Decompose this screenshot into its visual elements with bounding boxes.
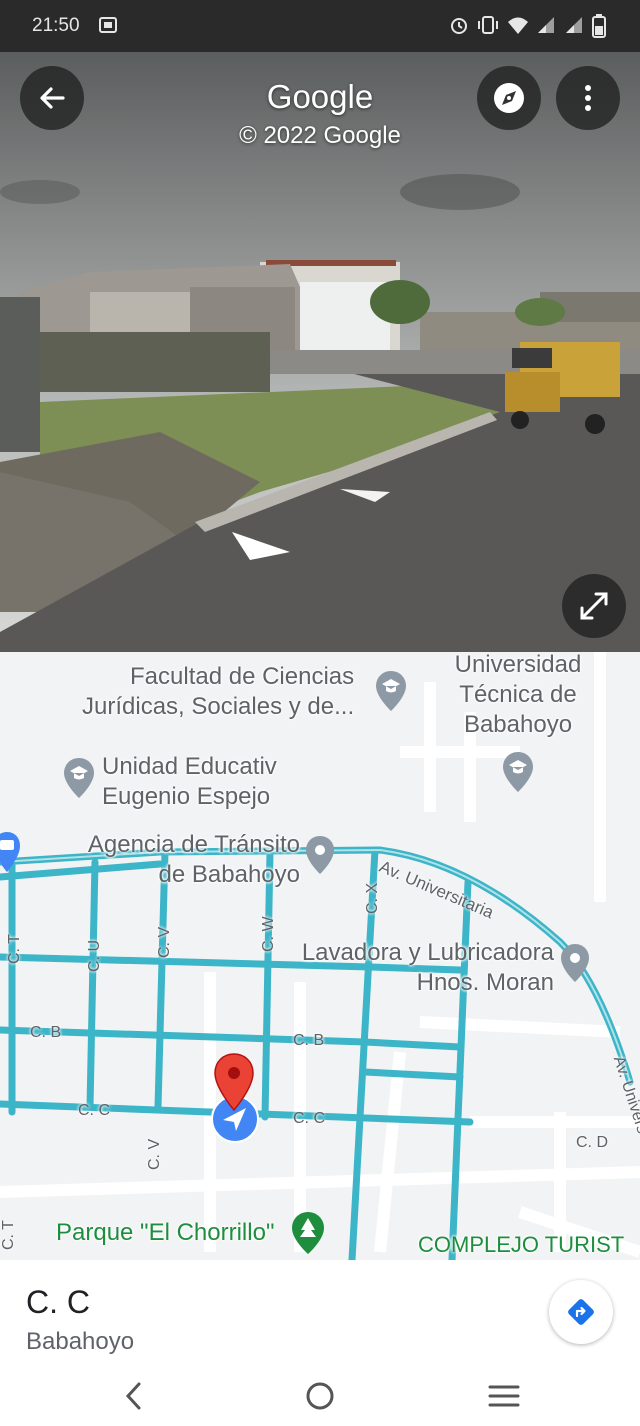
place-city: Babahoyo xyxy=(26,1328,135,1355)
school-icon[interactable] xyxy=(501,750,535,794)
alarm-icon xyxy=(451,18,467,34)
place-label-line: Jurídicas, Sociales y de... xyxy=(82,693,355,720)
compass-icon xyxy=(494,83,524,113)
street-label: C. U xyxy=(86,940,103,972)
place-label-line: de Babahoyo xyxy=(158,861,300,888)
street-label: C. V xyxy=(146,1138,163,1170)
expand-button[interactable] xyxy=(562,574,626,638)
transit-icon[interactable] xyxy=(0,830,20,874)
nav-home-button[interactable] xyxy=(290,1374,350,1418)
place-label-parque[interactable]: Parque "El Chorrillo" xyxy=(56,1218,274,1248)
place-label-unidad[interactable]: Unidad Educativ Eugenio Espejo xyxy=(102,752,277,812)
vibrate-icon xyxy=(478,16,498,34)
street-label: C. C xyxy=(78,1102,110,1119)
street-label: C. C xyxy=(293,1110,325,1127)
copyright-text: © 2022 Google xyxy=(239,122,401,149)
street-label: C. B xyxy=(30,1024,62,1041)
street-label: C. T xyxy=(6,934,23,964)
school-icon[interactable] xyxy=(62,756,96,800)
street-label: C. B xyxy=(293,1032,325,1049)
nav-recents-button[interactable] xyxy=(474,1374,534,1418)
wifi-icon xyxy=(508,17,528,34)
street-view-panorama[interactable]: Google © 2022 Google xyxy=(0,52,640,652)
place-label-facultad[interactable]: Facultad de Ciencias Jurídicas, Sociales… xyxy=(82,662,354,722)
place-label-line: Agencia de Tránsito xyxy=(87,831,300,858)
place-bottom-sheet[interactable]: C. C Babahoyo xyxy=(0,1260,640,1366)
teams-icon xyxy=(99,17,117,33)
place-label-line: Babahoyo xyxy=(463,711,573,738)
expand-icon xyxy=(580,592,608,620)
park-icon[interactable] xyxy=(290,1210,326,1256)
place-pin-icon[interactable] xyxy=(559,942,591,984)
place-label-line: Unidad Educativ xyxy=(102,753,277,780)
place-label-lavadora[interactable]: Lavadora y Lubricadora Hnos. Moran xyxy=(282,938,554,998)
map-view[interactable]: Facultad de Ciencias Jurídicas, Sociales… xyxy=(0,652,640,1260)
directions-icon xyxy=(568,1299,594,1325)
nav-back-icon xyxy=(125,1382,141,1410)
place-pin-icon[interactable] xyxy=(304,834,336,876)
compass-button[interactable] xyxy=(477,66,541,130)
more-options-button[interactable] xyxy=(556,66,620,130)
battery-icon xyxy=(592,14,606,38)
place-label-line: Lavadora y Lubricadora xyxy=(301,939,554,966)
nav-back-button[interactable] xyxy=(104,1374,164,1418)
street-label: C. V xyxy=(156,926,173,958)
status-time: 21:50 xyxy=(32,15,80,36)
place-label-line: Hnos. Moran xyxy=(416,969,554,996)
signal-icon xyxy=(538,17,554,33)
red-pin-icon[interactable] xyxy=(212,1052,256,1114)
place-label-agencia[interactable]: Agencia de Tránsito de Babahoyo xyxy=(68,830,300,890)
system-nav-bar xyxy=(0,1366,640,1426)
place-label-line: Facultad de Ciencias xyxy=(130,663,355,690)
place-label-complejo[interactable]: COMPLEJO TURIST xyxy=(418,1230,624,1260)
status-bar: 21:50 xyxy=(0,0,640,52)
nav-home-icon xyxy=(306,1382,334,1410)
street-label: C. D xyxy=(576,1134,608,1151)
place-label-universidad[interactable]: Universidad Técnica de Babahoyo xyxy=(448,652,588,740)
more-vert-icon xyxy=(585,85,591,111)
place-label-line: Universidad xyxy=(454,652,582,678)
signal-icon xyxy=(566,17,582,33)
nav-recents-icon xyxy=(488,1385,520,1407)
place-label-line: Técnica de xyxy=(459,681,577,708)
street-view-title: Google xyxy=(266,78,374,115)
street-label: C. W xyxy=(260,916,277,952)
school-icon[interactable] xyxy=(374,669,408,713)
street-label: C. X xyxy=(364,882,381,914)
place-name: C. C xyxy=(26,1284,90,1320)
directions-button[interactable] xyxy=(549,1280,613,1344)
place-label-line: Eugenio Espejo xyxy=(102,783,271,810)
street-label: C. T xyxy=(0,1220,17,1250)
